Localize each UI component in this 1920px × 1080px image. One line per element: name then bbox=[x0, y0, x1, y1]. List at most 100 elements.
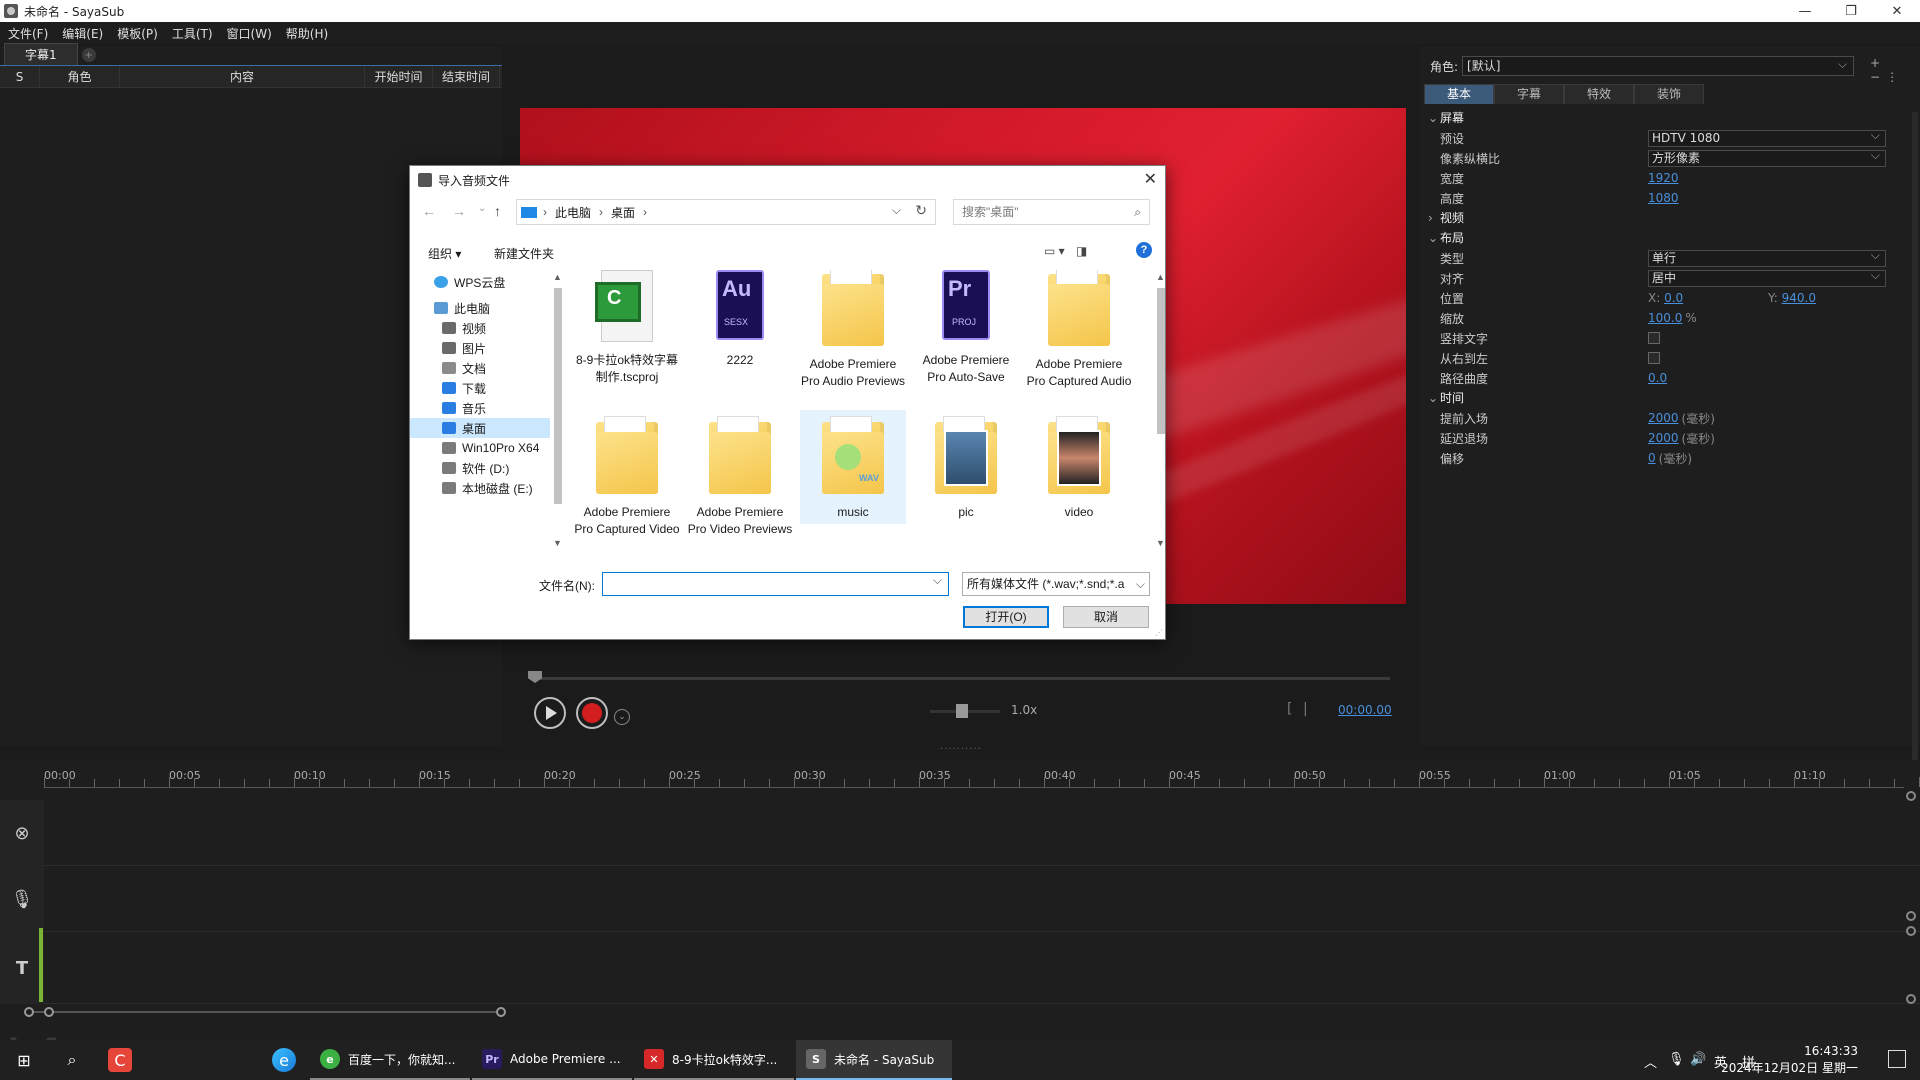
nav-item-drive-d[interactable]: 软件 (D:) bbox=[410, 458, 550, 478]
tab-subtitle[interactable]: 字幕 bbox=[1494, 84, 1564, 104]
scale-value[interactable]: 100.0 bbox=[1648, 311, 1682, 325]
address-bar[interactable]: › 此电脑 › 桌面 › ⌵ ↻ bbox=[516, 199, 936, 225]
file-item[interactable]: pic bbox=[913, 416, 1019, 521]
scroll-knob[interactable] bbox=[1906, 926, 1916, 936]
breadcrumb-this-pc[interactable]: 此电脑 bbox=[555, 204, 591, 221]
mark-in-icon[interactable]: [ bbox=[1287, 701, 1292, 717]
section-time[interactable]: ⌄ 时间 bbox=[1424, 388, 1912, 408]
align-select[interactable]: 居中 bbox=[1648, 268, 1886, 287]
menu-edit[interactable]: 编辑(E) bbox=[62, 25, 103, 42]
scroll-down-icon[interactable]: ▼ bbox=[553, 538, 562, 548]
scroll-knob[interactable] bbox=[1906, 994, 1916, 1004]
cancel-button[interactable]: 取消 bbox=[1063, 606, 1149, 628]
nav-item-this-pc[interactable]: 此电脑 bbox=[410, 298, 550, 318]
filetype-select[interactable]: 所有媒体文件 (*.wav;*.snd;*.a bbox=[962, 572, 1150, 596]
offset-value[interactable]: 0 bbox=[1648, 451, 1656, 465]
zoom-knob[interactable] bbox=[44, 1007, 54, 1017]
record-options-icon[interactable]: ⌄ bbox=[614, 709, 630, 725]
help-icon[interactable]: ? bbox=[1136, 242, 1152, 258]
nav-item-downloads[interactable]: 下载 bbox=[410, 378, 550, 398]
pos-y-value[interactable]: 940.0 bbox=[1782, 291, 1816, 305]
file-list-scrollbar[interactable]: ▲ ▼ bbox=[1155, 272, 1167, 552]
taskbar-app-sayasub[interactable]: S 未命名 - SayaSub bbox=[796, 1040, 952, 1080]
microphone-icon[interactable]: 🎙 bbox=[0, 866, 44, 932]
search-input[interactable]: 搜索"桌面" ⌕ bbox=[953, 199, 1150, 225]
new-folder-button[interactable]: 新建文件夹 bbox=[494, 245, 554, 262]
timeline-ruler[interactable]: 00:00 00:05 00:10 00:15 00:20 00:25 00:30 00:35… bbox=[44, 765, 1920, 795]
back-arrow-icon[interactable]: ← bbox=[422, 203, 436, 219]
timeline-zoom-track[interactable] bbox=[30, 1011, 500, 1013]
section-screen[interactable]: ⌄ 屏幕 bbox=[1424, 108, 1912, 128]
nav-item-videos[interactable]: 视频 bbox=[410, 318, 550, 338]
add-tab-icon[interactable]: + bbox=[81, 48, 96, 62]
maximize-button[interactable]: ❐ bbox=[1828, 0, 1874, 22]
track-text[interactable] bbox=[0, 932, 1920, 1004]
curve-value[interactable]: 0.0 bbox=[1648, 371, 1667, 385]
search-icon[interactable]: ⌕ bbox=[1134, 200, 1141, 224]
remove-role-icon[interactable]: − bbox=[1870, 70, 1886, 84]
file-item[interactable]: Au SESX 2222 bbox=[687, 270, 793, 369]
audio-wave-icon[interactable]: ⊗ bbox=[0, 800, 44, 866]
forward-arrow-icon[interactable]: → bbox=[452, 203, 466, 219]
section-view[interactable]: › 视频 bbox=[1424, 208, 1912, 228]
search-icon[interactable]: ⌕ bbox=[60, 1048, 84, 1072]
lead-in-value[interactable]: 2000 bbox=[1648, 411, 1679, 425]
menu-file[interactable]: 文件(F) bbox=[8, 25, 48, 42]
menu-template[interactable]: 模板(P) bbox=[117, 25, 158, 42]
nav-item-documents[interactable]: 文档 bbox=[410, 358, 550, 378]
app-red-icon[interactable]: C bbox=[108, 1048, 132, 1072]
scroll-knob[interactable] bbox=[1906, 911, 1916, 921]
up-arrow-icon[interactable]: ↑ bbox=[494, 203, 501, 219]
history-chevron-icon[interactable]: ⌄ bbox=[478, 203, 486, 214]
record-button[interactable] bbox=[576, 697, 608, 729]
nav-scroll-thumb[interactable] bbox=[554, 288, 562, 504]
system-clock[interactable]: 16:43:33 2024年12月02日 星期一 bbox=[1721, 1043, 1858, 1077]
section-layout[interactable]: ⌄ 布局 bbox=[1424, 228, 1912, 248]
nav-item-win10pro[interactable]: Win10Pro X64 bbox=[410, 438, 550, 458]
refresh-icon[interactable]: ↻ bbox=[915, 202, 927, 219]
track-voice[interactable] bbox=[0, 866, 1920, 932]
add-role-icon[interactable]: + bbox=[1870, 56, 1886, 70]
height-value[interactable]: 1080 bbox=[1648, 191, 1679, 205]
role-select[interactable]: [默认] bbox=[1462, 55, 1855, 76]
file-item[interactable]: Pr PROJ Adobe Premiere Pro Auto-Save bbox=[913, 270, 1019, 386]
text-track-icon[interactable]: T bbox=[0, 932, 44, 1004]
column-end-time[interactable]: 结束时间 bbox=[433, 65, 500, 88]
type-select[interactable]: 单行 bbox=[1648, 248, 1886, 267]
lead-out-value[interactable]: 2000 bbox=[1648, 431, 1679, 445]
scroll-up-icon[interactable]: ▲ bbox=[553, 272, 562, 282]
mark-out-icon[interactable]: | bbox=[1303, 701, 1308, 717]
close-button[interactable]: ✕ bbox=[1874, 0, 1920, 22]
scroll-knob[interactable] bbox=[1906, 791, 1916, 801]
seek-bar[interactable] bbox=[530, 677, 1390, 680]
properties-scrollbar[interactable] bbox=[1912, 112, 1918, 792]
nav-item-wps-cloud[interactable]: WPS云盘 bbox=[410, 272, 550, 292]
notification-icon[interactable] bbox=[1888, 1050, 1906, 1068]
preview-pane-icon[interactable]: ◨ bbox=[1076, 244, 1087, 258]
scroll-down-icon[interactable]: ▼ bbox=[1156, 538, 1165, 548]
nav-item-music[interactable]: 音乐 bbox=[410, 398, 550, 418]
tray-expand-icon[interactable]: ︿ bbox=[1644, 1052, 1657, 1071]
resize-grip-icon[interactable]: ⋰ bbox=[1155, 628, 1163, 637]
taskbar-app-browser[interactable]: e 百度一下，你就知... bbox=[310, 1040, 470, 1080]
file-item[interactable]: Adobe Premiere Pro Captured Video bbox=[574, 416, 680, 538]
edge-icon[interactable]: e bbox=[272, 1048, 296, 1072]
splitter-handle[interactable]: ·········· bbox=[940, 744, 982, 755]
track-audio[interactable] bbox=[0, 800, 1920, 866]
file-item-hovered[interactable]: WAV music bbox=[800, 410, 906, 524]
menu-help[interactable]: 帮助(H) bbox=[286, 25, 328, 42]
file-item[interactable]: Adobe Premiere Pro Captured Audio bbox=[1026, 270, 1132, 390]
address-dropdown-icon[interactable]: ⌵ bbox=[892, 203, 901, 218]
taskbar-app-premiere[interactable]: Pr Adobe Premiere ... bbox=[472, 1040, 632, 1080]
play-button[interactable] bbox=[534, 697, 566, 729]
scroll-up-icon[interactable]: ▲ bbox=[1156, 272, 1165, 282]
column-s[interactable]: S bbox=[0, 65, 40, 88]
vertical-text-checkbox[interactable] bbox=[1648, 332, 1660, 344]
tab-effects[interactable]: 特效 bbox=[1564, 84, 1634, 104]
nav-item-pictures[interactable]: 图片 bbox=[410, 338, 550, 358]
nav-scrollbar[interactable]: ▲ ▼ bbox=[552, 272, 564, 552]
filename-input[interactable] bbox=[602, 572, 949, 596]
microphone-tray-icon[interactable]: 🎙 bbox=[1668, 1052, 1685, 1067]
width-number[interactable]: 1920 bbox=[1648, 171, 1679, 185]
column-content[interactable]: 内容 bbox=[120, 65, 365, 88]
